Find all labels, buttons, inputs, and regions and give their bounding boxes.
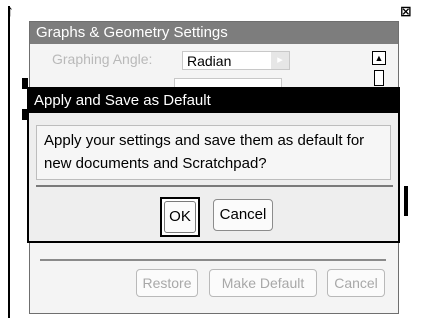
scroll-up-icon[interactable]: ▲ xyxy=(372,51,386,65)
dropdown-arrow-icon: ▸ xyxy=(271,52,289,69)
settings-title: Graphs & Geometry Settings xyxy=(30,22,398,44)
restore-button[interactable]: Restore xyxy=(136,269,198,297)
apply-save-dialog: Apply and Save as Default Apply your set… xyxy=(27,87,400,243)
document-status-icon: ⊠ xyxy=(400,3,412,19)
divider xyxy=(36,185,393,187)
graphing-angle-select[interactable]: Radian ▸ xyxy=(182,51,290,70)
settings-button-row: Restore Make Default Cancel xyxy=(30,269,398,299)
dialog-message: Apply your settings and save them as def… xyxy=(36,125,391,180)
scrollbar[interactable]: ▲ xyxy=(372,51,386,86)
graphing-angle-label: Graphing Angle: xyxy=(52,51,153,67)
cancel-button[interactable]: Cancel xyxy=(213,199,273,231)
scroll-thumb[interactable] xyxy=(374,70,384,86)
settings-cancel-button[interactable]: Cancel xyxy=(327,269,385,297)
divider xyxy=(40,259,386,261)
ok-button[interactable]: OK xyxy=(160,197,200,237)
make-default-button[interactable]: Make Default xyxy=(209,269,317,297)
up-arrow-icon: ↑ xyxy=(6,3,14,20)
graphing-angle-value: Radian xyxy=(187,53,232,69)
page-marker xyxy=(404,186,408,216)
dialog-title: Apply and Save as Default xyxy=(29,89,398,113)
graphing-angle-row: Graphing Angle: Radian ▸ xyxy=(38,51,368,71)
ok-button-label: OK xyxy=(164,201,196,233)
